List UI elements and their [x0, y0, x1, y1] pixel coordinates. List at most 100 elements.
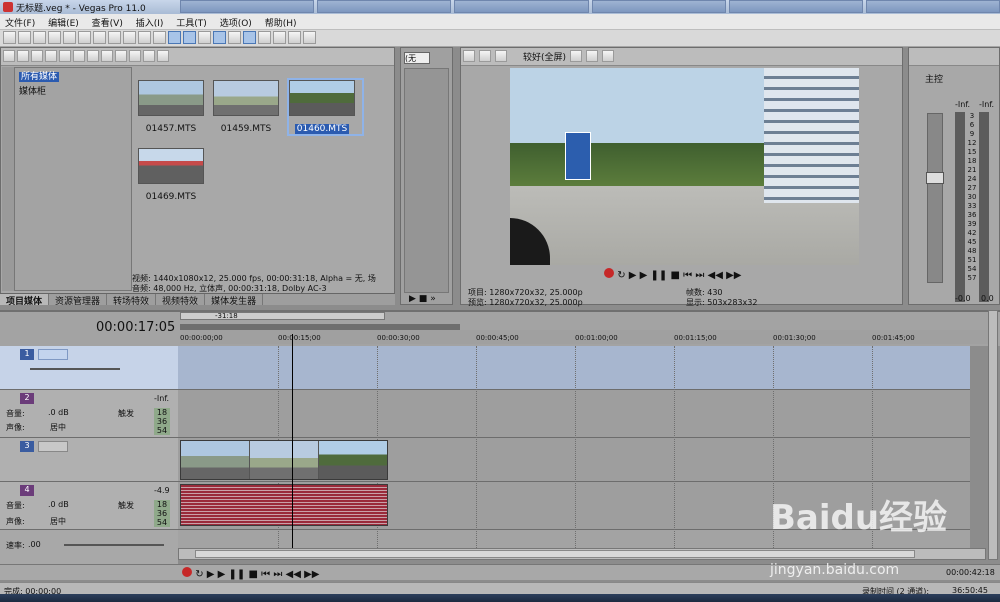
loop-icon[interactable]: ↻ [195, 569, 203, 580]
menu-help[interactable]: 帮助(H) [260, 14, 302, 31]
save-snapshot-icon[interactable] [602, 50, 615, 62]
next-frame-icon[interactable]: ⏭ [695, 270, 704, 281]
forward-icon[interactable]: ▶▶ [304, 569, 319, 580]
remove-icon[interactable] [73, 50, 85, 62]
tab-media-generators[interactable]: 媒体发生器 [205, 294, 264, 307]
search-icon[interactable] [59, 50, 71, 62]
level-slider[interactable] [30, 368, 120, 370]
go-to-start-icon[interactable]: ⏮ [261, 569, 270, 580]
properties-icon[interactable] [463, 50, 475, 62]
loop-icon[interactable]: ↻ [617, 270, 625, 281]
stop-icon[interactable]: ■ [671, 270, 680, 281]
trimmer-dropdown[interactable]: (无 [404, 52, 430, 64]
video-event-clip[interactable] [180, 440, 388, 480]
import-media-icon[interactable] [3, 50, 15, 62]
go-to-end-icon[interactable]: ⏭ [273, 569, 282, 580]
tab-explorer[interactable]: 资源管理器 [49, 294, 108, 307]
tab-video-fx[interactable]: 视频特效 [156, 294, 206, 307]
track-header-video-3[interactable]: 3 [0, 438, 178, 482]
trigger-mode[interactable]: 触发 [118, 408, 134, 419]
lock-envelope-icon[interactable] [258, 31, 271, 44]
menu-insert[interactable]: 插入(I) [131, 14, 169, 31]
play-icon[interactable]: ▶ [409, 294, 416, 304]
loop-region[interactable]: -31:18 [180, 312, 385, 320]
stop-icon[interactable]: ■ [249, 569, 258, 580]
track-lane-1[interactable] [178, 346, 970, 390]
horizontal-scrollbar[interactable] [178, 548, 986, 560]
new-icon[interactable] [3, 31, 16, 44]
redo-icon[interactable] [153, 31, 166, 44]
auto-crossfade-icon[interactable] [228, 31, 241, 44]
paste-icon[interactable] [123, 31, 136, 44]
prev-frame-icon[interactable]: ⏮ [683, 270, 692, 281]
track-header-audio-2[interactable]: 2 音量: .0 dB 声像: 居中 触发 -Inf. 18 36 54 [0, 390, 178, 438]
rewind-icon[interactable]: ◀◀ [286, 569, 301, 580]
timeline-ruler[interactable]: 00:00:00;00 00:00:15;00 00:00:30;00 00:0… [180, 330, 988, 344]
media-thumb-4[interactable]: 01469.MTS [138, 148, 211, 202]
external-monitor-icon[interactable] [479, 50, 491, 62]
envelope-tool-icon[interactable] [183, 31, 196, 44]
overlays-icon[interactable] [570, 50, 583, 62]
save-icon[interactable] [33, 31, 46, 44]
cut-icon[interactable] [93, 31, 106, 44]
tree-item-bins[interactable]: 媒体柜 [15, 83, 131, 98]
play-from-start-icon[interactable]: ▶ [207, 569, 215, 580]
task-tab[interactable] [180, 0, 315, 13]
media-thumb-2[interactable]: 01459.MTS [213, 80, 286, 134]
task-tab[interactable] [728, 0, 863, 13]
master-fader-handle[interactable] [926, 172, 944, 184]
task-tab[interactable] [317, 0, 452, 13]
views-icon[interactable] [143, 50, 155, 62]
get-media-icon[interactable] [31, 50, 43, 62]
media-thumb-3-selected[interactable]: 01460.MTS [287, 78, 364, 136]
track-name-field[interactable] [38, 349, 68, 360]
more-icon[interactable]: » [430, 294, 436, 304]
split-screen-icon[interactable] [495, 50, 507, 62]
pause-icon[interactable]: ❚❚ [651, 270, 668, 281]
track-header-video-1[interactable]: 1 [0, 346, 178, 390]
save-as-icon[interactable] [48, 31, 61, 44]
stop-icon[interactable]: ■ [419, 294, 428, 304]
menu-edit[interactable]: 编辑(E) [43, 14, 84, 31]
record-button[interactable] [604, 268, 614, 278]
search-media-icon[interactable] [157, 50, 169, 62]
ripple-edit-icon[interactable] [243, 31, 256, 44]
auto-preview-icon[interactable] [129, 50, 141, 62]
trimmer-area[interactable] [404, 68, 449, 293]
task-tab[interactable] [454, 0, 589, 13]
forward-icon[interactable]: ▶▶ [726, 270, 741, 281]
master-fader-track[interactable] [926, 113, 944, 283]
playhead-cursor[interactable] [292, 334, 293, 548]
track-lane-2[interactable] [178, 390, 970, 438]
play-icon[interactable]: ▶ [640, 270, 648, 281]
tab-transitions[interactable]: 转场特效 [107, 294, 157, 307]
preview-quality-dropdown[interactable]: 较好(全屏) [523, 50, 566, 63]
selection-tool-icon[interactable] [198, 31, 211, 44]
play-icon[interactable]: ▶ [218, 569, 226, 580]
rate-slider[interactable] [64, 544, 164, 546]
record-button[interactable] [182, 567, 192, 577]
play-from-start-icon[interactable]: ▶ [629, 270, 637, 281]
pause-icon[interactable]: ❚❚ [229, 569, 246, 580]
menu-options[interactable]: 选项(O) [215, 14, 257, 31]
tab-project-media[interactable]: 项目媒体 [0, 294, 50, 307]
play-icon[interactable] [101, 50, 113, 62]
snap-icon[interactable] [213, 31, 226, 44]
zoom-icon[interactable] [288, 31, 301, 44]
capture-icon[interactable] [17, 50, 29, 62]
render-icon[interactable] [63, 31, 76, 44]
copy-snapshot-icon[interactable] [586, 50, 599, 62]
menu-view[interactable]: 查看(V) [87, 14, 128, 31]
vertical-scrollbar[interactable] [988, 310, 998, 560]
task-tab[interactable] [865, 0, 1000, 13]
audio-event-clip[interactable] [180, 484, 388, 526]
tree-item-all-media[interactable]: 所有媒体 [15, 68, 131, 83]
track-name-field[interactable] [38, 441, 68, 452]
ignore-grouping-icon[interactable] [273, 31, 286, 44]
copy-icon[interactable] [108, 31, 121, 44]
help-icon[interactable] [303, 31, 316, 44]
track-header-audio-4[interactable]: 4 音量: .0 dB 声像: 居中 触发 -4.9 18 36 54 [0, 482, 178, 530]
open-icon[interactable] [18, 31, 31, 44]
properties-icon[interactable] [87, 50, 99, 62]
edit-tool-icon[interactable] [168, 31, 181, 44]
